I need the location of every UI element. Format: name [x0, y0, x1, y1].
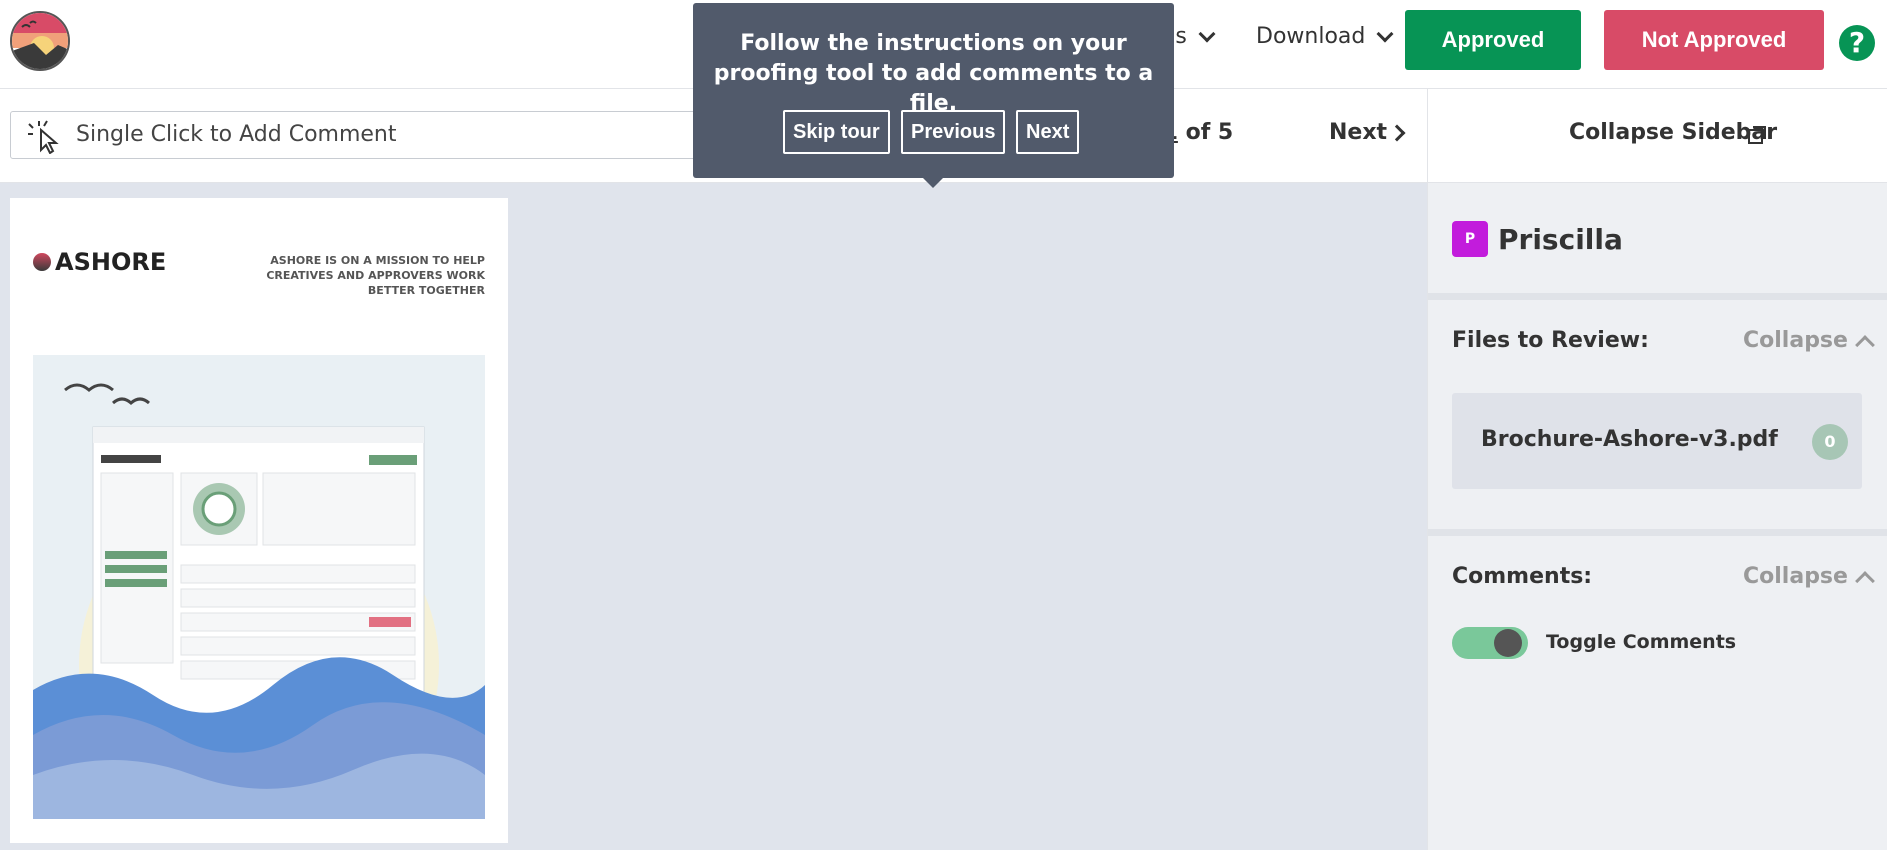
comment-count-badge: 0 [1812, 424, 1848, 460]
tour-message: Follow the instructions on your proofing… [713, 31, 1154, 116]
files-section-title: Files to Review: [1452, 328, 1649, 353]
files-collapse-label: Collapse [1743, 328, 1848, 353]
user-name: Priscilla [1498, 222, 1623, 256]
approved-button[interactable]: Approved [1405, 10, 1581, 70]
next-page-label: Next [1329, 120, 1388, 145]
window-icon [1748, 126, 1766, 144]
page-total: of 5 [1185, 120, 1234, 145]
help-icon[interactable]: ? [1839, 25, 1875, 61]
chevron-down-icon [1198, 25, 1216, 42]
brand-logo: ASHORE [33, 248, 166, 276]
download-label: Download [1256, 24, 1366, 49]
sidebar: P Priscilla Files to Review: Collapse Br… [1427, 183, 1887, 850]
cursor-click-icon [28, 120, 59, 154]
divider [1428, 529, 1887, 536]
illustration-graphic [33, 383, 485, 819]
tour-pointer [922, 177, 944, 188]
comment-mode-select[interactable]: Single Click to Add Comment [10, 111, 765, 159]
brochure-illustration [33, 355, 485, 819]
avatar: P [1452, 221, 1488, 257]
chevron-down-icon [1376, 25, 1394, 42]
chevron-up-icon [1855, 570, 1875, 591]
next-page-link[interactable]: Next [1329, 120, 1406, 145]
skip-tour-button[interactable]: Skip tour [783, 110, 890, 154]
toggle-comments-label: Toggle Comments [1546, 631, 1737, 653]
file-item[interactable]: Brochure-Ashore-v3.pdf 0 [1452, 393, 1862, 489]
brand-mark-icon [33, 253, 51, 271]
chevron-up-icon [1855, 334, 1875, 355]
divider [1428, 293, 1887, 300]
chevron-right-icon [1388, 124, 1406, 141]
download-menu[interactable]: Download [1256, 24, 1394, 49]
mission-text: ASHORE IS ON A MISSION TO HELP CREATIVES… [266, 254, 485, 297]
collapse-sidebar-button[interactable]: Collapse Sidebar [1427, 89, 1887, 183]
file-name: Brochure-Ashore-v3.pdf [1481, 427, 1778, 452]
toggle-comments-switch[interactable] [1452, 627, 1528, 659]
files-collapse-button[interactable]: Collapse [1743, 328, 1875, 355]
not-approved-button[interactable]: Not Approved [1604, 10, 1824, 70]
comments-section-title: Comments: [1452, 564, 1593, 589]
collapse-sidebar-label: Collapse Sidebar [1569, 120, 1778, 145]
previous-button[interactable]: Previous [901, 110, 1006, 154]
comments-collapse-button[interactable]: Collapse [1743, 564, 1875, 591]
toggle-knob [1494, 629, 1522, 657]
comment-mode-value: Single Click to Add Comment [76, 122, 397, 147]
app-logo[interactable] [10, 11, 70, 71]
next-button[interactable]: Next [1016, 110, 1080, 154]
sunset-logo-icon [12, 13, 68, 69]
tour-tooltip: Follow the instructions on your proofing… [693, 3, 1174, 178]
proof-canvas[interactable]: ASHORE ASHORE IS ON A MISSION TO HELP CR… [0, 183, 1427, 850]
user-info: P Priscilla [1452, 221, 1623, 257]
document-page[interactable]: ASHORE ASHORE IS ON A MISSION TO HELP CR… [10, 198, 508, 843]
brand-name: ASHORE [55, 248, 167, 276]
comments-collapse-label: Collapse [1743, 564, 1848, 589]
